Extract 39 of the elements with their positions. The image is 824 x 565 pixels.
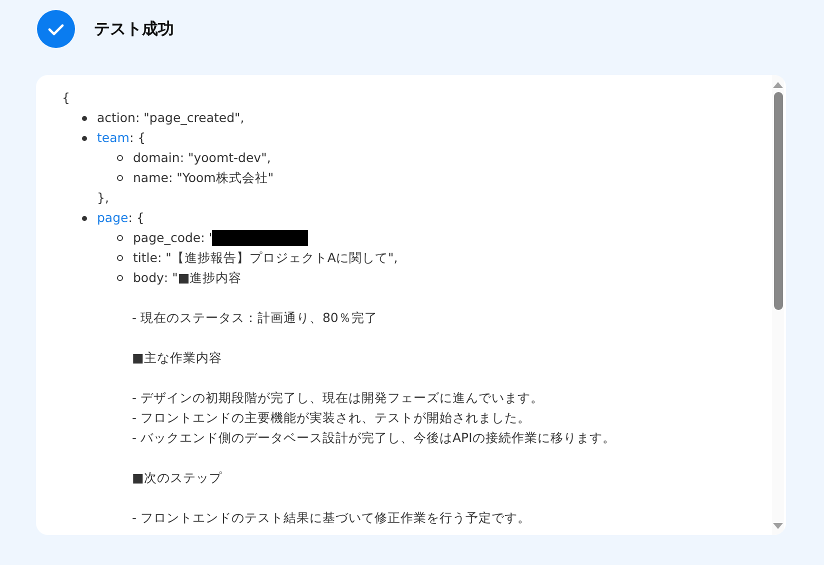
brace-text: }, <box>96 189 110 207</box>
body-text-line: - バックエンド側のデータベース設計が完了し、今後はAPIの接続作業に移ります。 <box>132 429 616 447</box>
body-text-line: - デザインの初期段階が完了し、現在は開発フェーズに進んでいます。 <box>132 389 544 407</box>
json-value: : "Yoom株式会社" <box>168 169 274 187</box>
json-value: : "【進捗報告】プロジェクトAに関して", <box>157 249 398 267</box>
check-icon <box>37 10 75 48</box>
body-text-line: - 現在のステータス：計画通り、80％完了 <box>132 309 378 327</box>
scroll-up-icon[interactable] <box>773 81 783 88</box>
bullet-icon <box>82 116 87 120</box>
json-value: : ' <box>200 229 212 247</box>
json-value: : "page_created", <box>135 109 244 127</box>
body-text-line: - フロントエンドのテスト結果に基づいて修正作業を行う予定です。 <box>132 509 530 527</box>
brace-text: { <box>62 89 71 107</box>
bullet-icon <box>117 175 123 181</box>
body-text-line: ■主な作業内容 <box>132 349 222 367</box>
json-key: domain <box>133 148 180 168</box>
bullet-icon <box>117 255 123 261</box>
json-key: title <box>133 248 158 268</box>
body-text-line: ■次のステップ <box>132 469 222 487</box>
bullet-icon <box>82 216 87 220</box>
key-link[interactable]: page <box>97 208 128 228</box>
json-value: : { <box>129 129 146 147</box>
bullet-icon <box>117 155 123 161</box>
json-value: : { <box>128 209 144 227</box>
json-value: : "yoomt-dev", <box>180 149 271 167</box>
json-key: body <box>133 268 164 288</box>
json-key: name <box>133 168 168 188</box>
result-title: テスト成功 <box>94 18 174 40</box>
scroll-thumb[interactable] <box>774 92 782 310</box>
bullet-icon <box>117 235 123 241</box>
body-text-line: - フロントエンドの主要機能が実装され、テストが開始されました。 <box>132 409 530 427</box>
scrollbar[interactable] <box>772 75 784 535</box>
bullet-icon <box>117 275 123 281</box>
scroll-down-icon[interactable] <box>773 523 783 530</box>
json-key: action <box>97 108 136 128</box>
key-link[interactable]: team <box>97 128 130 148</box>
bullet-icon <box>82 136 87 140</box>
json-key: page_code <box>133 228 201 248</box>
json-value: : "■進捗内容 <box>164 269 242 287</box>
